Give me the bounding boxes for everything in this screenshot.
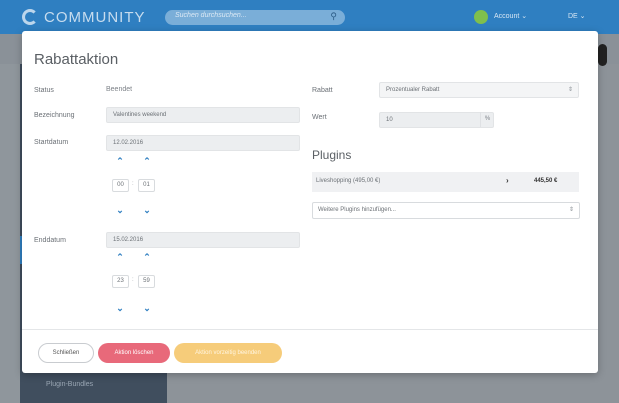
discount-type-select[interactable]: Prozentualer Rabatt ⇕ (379, 82, 579, 98)
end-minute-input[interactable]: 59 (138, 275, 155, 288)
sidebar-item-plugin-bundles[interactable]: Plugin-Bundles (46, 381, 93, 388)
percent-suffix: % (480, 112, 494, 127)
search-input[interactable]: Suchen durchsuchen... ⚲ (165, 10, 345, 25)
discount-type-value: Prozentualer Rabatt (386, 87, 440, 93)
language-label: DE (568, 13, 578, 20)
status-value: Beendet (106, 86, 133, 93)
logo-text: COMMUNITY (44, 9, 146, 26)
start-date-field[interactable]: 12.02.2016 (106, 135, 300, 151)
start-hour-up-icon[interactable]: ⌃ (115, 157, 125, 166)
plugins-heading: Plugins (312, 148, 352, 162)
scroll-handle[interactable] (598, 44, 607, 66)
search-placeholder: Suchen durchsuchen... (175, 12, 247, 19)
name-label: Bezeichnung (34, 112, 75, 119)
start-date-label: Startdatum (34, 139, 69, 146)
add-plugins-placeholder: Weitere Plugins hinzufügen... (318, 207, 396, 213)
end-minute-up-icon[interactable]: ⌃ (142, 253, 152, 262)
plugin-name: Liveshopping (495,00 €) (316, 178, 381, 184)
value-text: 10 (386, 117, 393, 123)
start-minute-input[interactable]: 01 (138, 179, 155, 192)
end-date-field[interactable]: 15.02.2016 (106, 232, 300, 248)
top-bar: COMMUNITY Suchen durchsuchen... ⚲ Accoun… (0, 0, 619, 34)
name-field[interactable]: Valentines weekend (106, 107, 300, 123)
start-hour-down-icon[interactable]: ⌄ (115, 206, 125, 215)
end-hour-up-icon[interactable]: ⌃ (115, 253, 125, 262)
time-separator: : (132, 181, 134, 187)
end-date-label: Enddatum (34, 237, 66, 244)
add-plugins-select[interactable]: Weitere Plugins hinzufügen... ⇕ (312, 202, 580, 219)
account-menu[interactable]: Account ⌄ (494, 12, 527, 20)
end-early-button[interactable]: Aktion vorzeitig beenden (174, 343, 282, 363)
language-select[interactable]: DE ⌄ (568, 12, 586, 20)
select-arrows-icon: ⇕ (568, 207, 574, 213)
start-minute-down-icon[interactable]: ⌄ (142, 206, 152, 215)
footer-divider (22, 329, 598, 330)
community-logo-icon (22, 9, 38, 25)
select-arrows-icon: ⇕ (567, 87, 573, 93)
chevron-right-icon: › (506, 176, 509, 185)
account-label: Account (494, 13, 520, 20)
search-icon[interactable]: ⚲ (330, 11, 337, 22)
value-label: Wert (312, 114, 327, 121)
plugin-row[interactable]: Liveshopping (495,00 €) › 445,50 € (312, 172, 579, 192)
plugin-price: 445,50 € (534, 178, 558, 184)
discount-modal: Rabattaktion Status Beendet Bezeichnung … (22, 31, 598, 373)
modal-title: Rabattaktion (34, 51, 119, 68)
status-label: Status (34, 87, 54, 94)
end-hour-input[interactable]: 23 (112, 275, 129, 288)
discount-label: Rabatt (312, 87, 333, 94)
time-separator: : (132, 277, 134, 283)
close-button[interactable]: Schließen (38, 343, 94, 363)
start-hour-input[interactable]: 00 (112, 179, 129, 192)
start-minute-up-icon[interactable]: ⌃ (142, 157, 152, 166)
avatar[interactable] (474, 10, 488, 24)
end-minute-down-icon[interactable]: ⌄ (142, 304, 152, 313)
delete-action-button[interactable]: Aktion löschen (98, 343, 170, 363)
end-hour-down-icon[interactable]: ⌄ (115, 304, 125, 313)
value-input[interactable]: 10 % (379, 112, 494, 128)
